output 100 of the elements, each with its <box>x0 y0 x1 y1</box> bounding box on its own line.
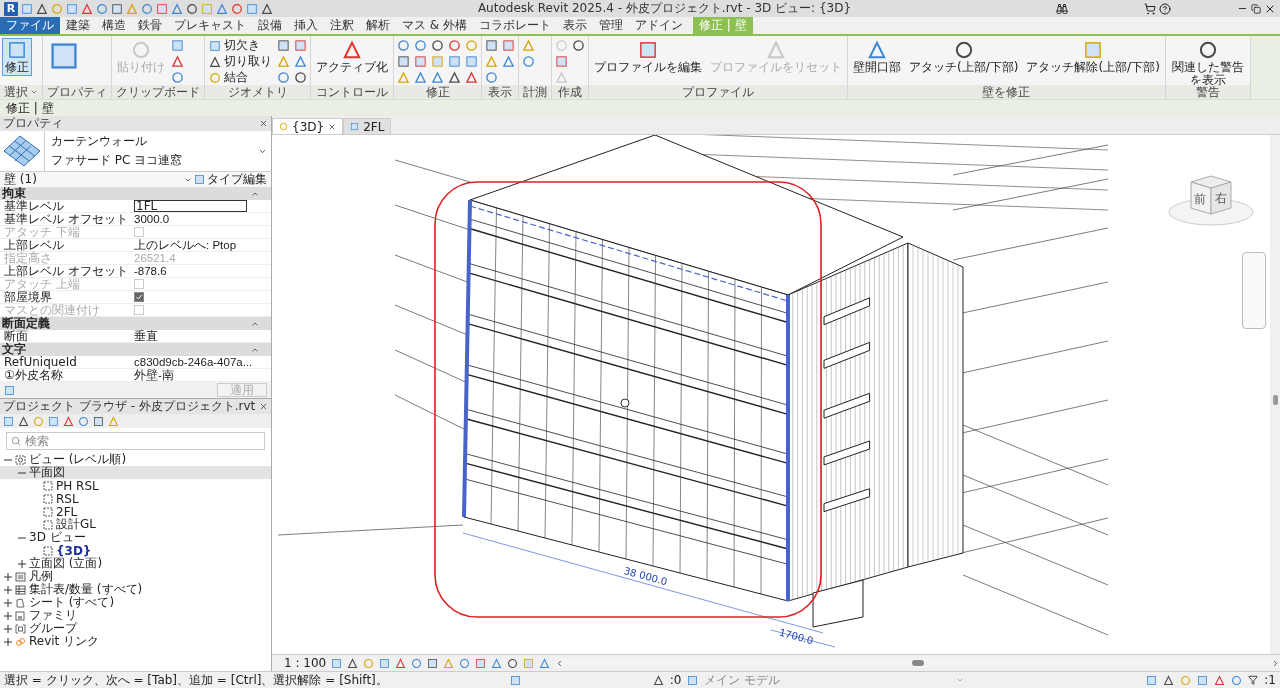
selection-icon[interactable] <box>1163 674 1175 686</box>
view-control-icon[interactable] <box>507 657 519 669</box>
tree-item[interactable]: 3D ビュー <box>29 529 86 546</box>
ribbon-tab[interactable]: 管理 <box>593 17 629 34</box>
close-icon[interactable] <box>328 122 337 131</box>
selection-icon[interactable] <box>1214 674 1226 686</box>
ribbon-button[interactable]: プロファイルを編集 <box>591 38 705 76</box>
view-scale[interactable]: 1 : 100 <box>284 656 327 670</box>
toolbar-icon[interactable] <box>186 2 198 15</box>
workset-icon[interactable] <box>509 674 521 686</box>
tool-icon[interactable] <box>465 71 478 84</box>
tree-item[interactable]: RSL <box>56 491 79 506</box>
instance-selector[interactable]: 壁 (1) <box>4 171 37 188</box>
ribbon-tab[interactable]: 構造 <box>96 17 132 34</box>
ribbon-tab[interactable]: 表示 <box>557 17 593 34</box>
cart-icon[interactable] <box>1144 2 1156 15</box>
ribbon-button[interactable]: アタッチ解除(上部/下部) <box>1023 38 1163 76</box>
toolbar-icon[interactable] <box>216 2 228 15</box>
expand-icon[interactable] <box>4 572 12 581</box>
expand-icon[interactable] <box>4 598 12 607</box>
ribbon-tab[interactable]: アドイン <box>629 17 689 34</box>
tool-icon[interactable] <box>485 71 498 84</box>
browser-tool-icon[interactable] <box>63 415 74 427</box>
model-icon[interactable] <box>687 674 699 686</box>
ribbon-tab[interactable]: 鉄骨 <box>132 17 168 34</box>
tool-icon[interactable] <box>171 71 184 84</box>
view-control-icon[interactable] <box>491 657 503 669</box>
caret-icon[interactable] <box>30 88 38 96</box>
tool-icon[interactable] <box>502 55 515 68</box>
tree-item[interactable]: Revit リンク <box>29 633 100 650</box>
ribbon-button[interactable]: 修正 <box>2 38 32 76</box>
tool-icon[interactable] <box>171 55 184 68</box>
tree-item[interactable]: 2FL <box>56 504 78 519</box>
view-control-icon[interactable] <box>539 657 551 669</box>
value-field[interactable]: 1FL <box>134 200 247 212</box>
toolbar-icon[interactable] <box>261 2 273 15</box>
view-control-icon[interactable] <box>427 657 439 669</box>
toolbar-icon[interactable] <box>111 2 123 15</box>
edit-type-button[interactable]: タイプ編集 <box>184 171 267 188</box>
checkbox[interactable] <box>134 292 144 302</box>
group-header[interactable]: 拘束 <box>2 187 26 200</box>
sort-icon[interactable] <box>4 384 15 396</box>
browser-tool-icon[interactable] <box>18 415 29 427</box>
app-logo[interactable]: R <box>4 1 18 16</box>
toolbar-icon[interactable] <box>231 2 243 15</box>
view-cube[interactable]: 前 右 <box>1166 170 1256 230</box>
tool-icon[interactable] <box>414 39 427 52</box>
scroll-bar[interactable] <box>1270 135 1280 654</box>
ribbon-tab[interactable]: マス & 外構 <box>396 17 473 34</box>
browser-tool-icon[interactable] <box>93 415 104 427</box>
tool-icon[interactable] <box>277 71 290 84</box>
tree-item[interactable]: 平面図 <box>29 464 65 481</box>
expand-icon[interactable] <box>4 624 12 633</box>
filter-icon[interactable] <box>1248 675 1259 685</box>
tool-icon[interactable] <box>431 71 444 84</box>
view-tab[interactable]: 2FL <box>343 118 392 134</box>
ribbon-tab[interactable]: 解析 <box>360 17 396 34</box>
ribbon-tab[interactable]: プレキャスト <box>168 17 252 34</box>
view-tab[interactable]: {3D} <box>272 118 344 134</box>
view-control-icon[interactable] <box>395 657 407 669</box>
ribbon-button[interactable]: アタッチ(上部/下部) <box>906 38 1022 76</box>
tool-icon[interactable] <box>294 55 307 68</box>
group-header[interactable]: 文字 <box>2 343 26 356</box>
toolbar-icon[interactable] <box>36 2 48 15</box>
tool-icon[interactable] <box>414 71 427 84</box>
ribbon-button[interactable]: アクティブ化 <box>313 38 391 76</box>
toolbar-icon[interactable] <box>171 2 183 15</box>
ribbon-tab[interactable]: コラボレート <box>473 17 557 34</box>
tool-icon[interactable] <box>448 71 461 84</box>
expand-icon[interactable] <box>18 559 26 568</box>
tree-item[interactable]: {3D} <box>56 543 92 558</box>
ribbon-tab[interactable]: 建築 <box>60 17 96 34</box>
ribbon-button[interactable]: 結合 <box>207 70 274 85</box>
tool-icon[interactable] <box>431 39 444 52</box>
ribbon-tab[interactable]: 注釈 <box>324 17 360 34</box>
group-header[interactable]: 断面定義 <box>2 317 50 330</box>
tool-icon[interactable] <box>522 55 535 68</box>
ribbon-tab[interactable]: ファイル <box>0 17 60 34</box>
navigation-bar[interactable] <box>1242 252 1266 329</box>
tool-icon[interactable] <box>397 39 410 52</box>
binoculars-icon[interactable] <box>1056 2 1068 15</box>
tree-item[interactable]: PH RSL <box>56 478 99 493</box>
view-control-icon[interactable] <box>347 657 359 669</box>
tool-icon[interactable] <box>448 39 461 52</box>
help-icon[interactable] <box>1159 2 1171 15</box>
search-field[interactable]: 検索 <box>6 432 265 450</box>
expand-icon[interactable] <box>4 585 12 594</box>
expand-icon[interactable] <box>4 611 12 620</box>
toolbar-icon[interactable] <box>96 2 108 15</box>
expand-icon[interactable] <box>4 637 12 646</box>
tree-item[interactable]: シート (すべて) <box>29 594 115 611</box>
ribbon-tab[interactable]: 設備 <box>252 17 288 34</box>
tool-icon[interactable] <box>294 71 307 84</box>
toolbar-icon[interactable] <box>81 2 93 15</box>
ribbon-tab[interactable]: 挿入 <box>288 17 324 34</box>
view-control-icon[interactable] <box>475 657 487 669</box>
ribbon-button[interactable]: 切欠き <box>207 38 274 53</box>
properties-icon[interactable] <box>48 40 80 72</box>
tool-icon[interactable] <box>572 39 585 52</box>
restore-icon[interactable] <box>1251 3 1261 14</box>
